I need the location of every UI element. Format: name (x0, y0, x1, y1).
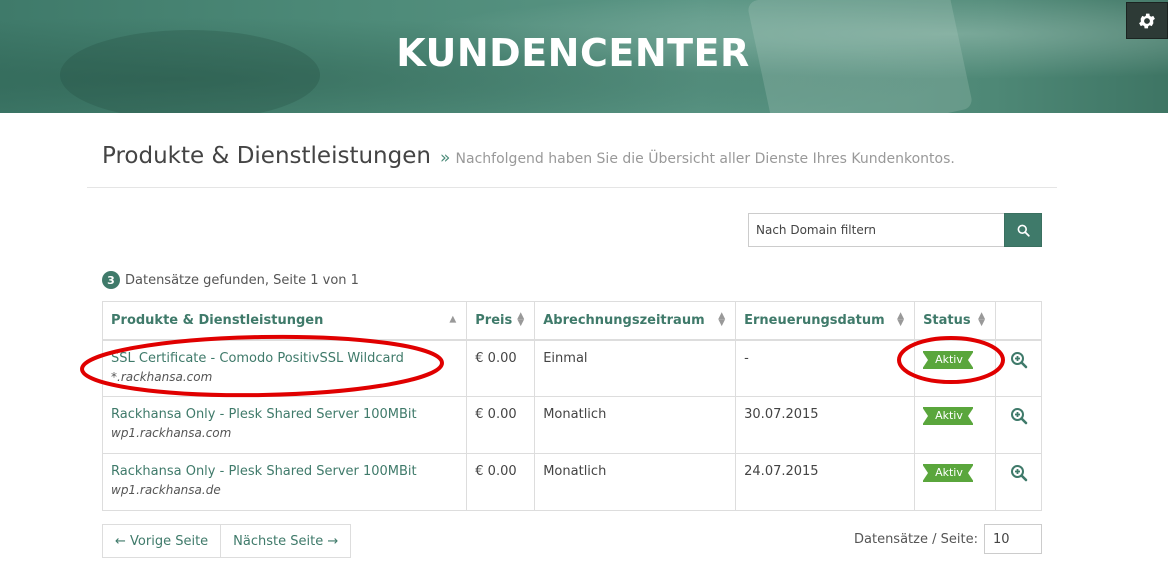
price-cell: € 0.00 (466, 453, 536, 511)
page-header: Produkte & Dienstleistungen » Nachfolgen… (102, 143, 955, 169)
product-domain: wp1.rackhansa.com (111, 426, 232, 440)
product-link[interactable]: Rackhansa Only - Plesk Shared Server 100… (111, 464, 458, 479)
records-per-page-select[interactable]: 10 (983, 524, 1042, 554)
table-header-row: Produkte & Dienstleistungen ▲ Preis ▲ ▼ A… (101, 301, 1042, 341)
search-icon (1017, 224, 1030, 237)
settings-button[interactable] (1126, 2, 1168, 39)
details-cell (995, 339, 1042, 397)
product-domain: *.rackhansa.com (111, 369, 213, 384)
product-link[interactable]: SSL Certificate - Comodo PositivSSL Wild… (111, 351, 458, 366)
pagination: ← Vorige Seite Nächste Seite → (102, 524, 352, 558)
renewal-date-cell: 30.07.2015 (735, 396, 916, 454)
table-row[interactable]: SSL Certificate - Comodo PositivSSL Wild… (101, 339, 1042, 397)
status-cell: Aktiv (914, 453, 997, 511)
filter-search-button[interactable] (1004, 213, 1042, 247)
status-badge: Aktiv (922, 350, 974, 369)
sort-icon: ▲ ▼ (517, 311, 525, 329)
product-link[interactable]: Rackhansa Only - Plesk Shared Server 100… (111, 407, 458, 422)
zoom-in-icon[interactable] (1010, 351, 1028, 373)
price-cell: € 0.00 (466, 339, 536, 397)
domain-filter (748, 213, 1042, 247)
page-title: Produkte & Dienstleistungen (102, 143, 431, 169)
product-cell: SSL Certificate - Comodo PositivSSL Wild… (101, 339, 468, 397)
records-text: Datensätze gefunden, Seite 1 von 1 (125, 272, 359, 288)
table-row[interactable]: Rackhansa Only - Plesk Shared Server 100… (101, 453, 1042, 511)
banner-title: KUNDENCENTER (396, 31, 750, 75)
sort-icon: ▲ ▼ (897, 311, 905, 329)
gear-icon (1139, 13, 1155, 28)
renewal-date-cell: - (735, 339, 916, 397)
status-badge: Aktiv (922, 407, 974, 425)
records-count-badge: 3 (102, 271, 120, 289)
header-banner: KUNDENCENTER (0, 0, 1168, 113)
price-cell: € 0.00 (466, 396, 536, 454)
product-domain: wp1.rackhansa.de (111, 483, 221, 497)
status-badge: Aktiv (922, 464, 974, 482)
previous-page-button[interactable]: ← Vorige Seite (102, 524, 222, 558)
sort-icon: ▲ ▼ (978, 311, 986, 329)
billing-cycle-cell: Monatlich (534, 453, 737, 511)
renewal-date-cell: 24.07.2015 (735, 453, 916, 511)
page-subtitle: Nachfolgend haben Sie die Übersicht alle… (455, 151, 955, 167)
billing-cycle-cell: Monatlich (534, 396, 737, 454)
products-table: Produkte & Dienstleistungen ▲ Preis ▲ ▼ A… (101, 301, 1042, 511)
product-cell: Rackhansa Only - Plesk Shared Server 100… (101, 453, 468, 511)
header-divider (87, 187, 1057, 188)
product-cell: Rackhansa Only - Plesk Shared Server 100… (101, 396, 468, 454)
zoom-in-icon[interactable] (1010, 464, 1028, 486)
status-cell: Aktiv (914, 339, 997, 397)
title-separator: » (440, 148, 451, 168)
details-cell (995, 396, 1042, 454)
status-cell: Aktiv (914, 396, 997, 454)
billing-cycle-cell: Einmal (534, 339, 737, 397)
table-row[interactable]: Rackhansa Only - Plesk Shared Server 100… (101, 396, 1042, 454)
sort-icon: ▲ ▼ (718, 311, 726, 329)
column-header-product[interactable]: Produkte & Dienstleistungen ▲ (101, 301, 468, 341)
column-header-renewal-date[interactable]: Erneuerungsdatum ▲ ▼ (735, 301, 916, 341)
records-per-page-label: Datensätze / Seite: (854, 531, 978, 547)
sort-asc-icon: ▲ (449, 314, 457, 325)
column-header-price[interactable]: Preis ▲ ▼ (466, 301, 536, 341)
domain-filter-input[interactable] (748, 213, 1004, 247)
zoom-in-icon[interactable] (1010, 407, 1028, 429)
column-header-actions (995, 301, 1042, 341)
details-cell (995, 453, 1042, 511)
records-per-page: Datensätze / Seite: 10 (854, 524, 1042, 554)
column-header-status[interactable]: Status ▲ ▼ (914, 301, 997, 341)
next-page-button[interactable]: Nächste Seite → (221, 524, 352, 558)
column-header-billing-cycle[interactable]: Abrechnungszeitraum ▲ ▼ (534, 301, 737, 341)
records-info: 3 Datensätze gefunden, Seite 1 von 1 (102, 271, 359, 289)
